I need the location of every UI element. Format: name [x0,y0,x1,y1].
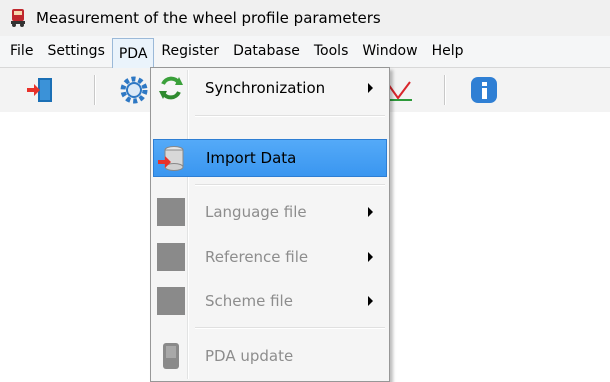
title-bar: Measurement of the wheel profile paramet… [0,0,610,37]
submenu-arrow-icon [368,83,373,93]
chart-icon[interactable] [387,74,420,106]
sync-arrows-icon [157,74,185,102]
database-import-icon [158,144,186,172]
menu-help[interactable]: Help [425,38,471,65]
menu-item-label: PDA update [205,347,294,365]
menu-database[interactable]: Database [226,38,307,65]
menu-tools[interactable]: Tools [307,38,356,65]
pda-icon [157,342,185,370]
toolbar-separator [444,75,446,105]
menu-pda[interactable]: PDA [111,38,155,69]
gear-icon[interactable] [118,74,150,106]
menu-separator [195,184,385,186]
toolbar-separator [94,75,96,105]
menu-item-label: Import Data [206,149,297,167]
menu-bar: File Settings PDA Register Database Tool… [0,36,610,69]
submenu-arrow-icon [368,207,373,217]
menu-item-label: Scheme file [205,292,293,310]
menu-item-label: Reference file [205,248,309,266]
pda-dropdown-menu: Synchronization Import Data Language fil… [150,67,390,382]
submenu-arrow-icon [368,252,373,262]
file-icon [157,287,185,315]
window-title: Measurement of the wheel profile paramet… [36,9,381,27]
exit-door-icon[interactable] [24,74,56,106]
menu-item-scheme-file[interactable]: Scheme file [153,283,387,319]
menu-item-reference-file[interactable]: Reference file [153,239,387,275]
menu-item-import-data[interactable]: Import Data [153,139,387,177]
menu-item-synchronization[interactable]: Synchronization [153,70,387,106]
file-icon [157,198,185,226]
menu-file[interactable]: File [3,38,40,65]
menu-item-label: Language file [205,203,307,221]
menu-register[interactable]: Register [154,38,226,65]
submenu-arrow-icon [368,296,373,306]
menu-window[interactable]: Window [355,38,424,65]
menu-item-label: Synchronization [205,79,326,97]
file-icon [157,243,185,271]
menu-item-language-file[interactable]: Language file [153,194,387,230]
menu-item-pda-update[interactable]: PDA update [153,338,387,374]
info-icon[interactable] [468,74,500,106]
menu-settings[interactable]: Settings [40,38,111,65]
menu-separator [195,327,385,329]
menu-separator [195,115,385,117]
train-icon [10,8,26,28]
